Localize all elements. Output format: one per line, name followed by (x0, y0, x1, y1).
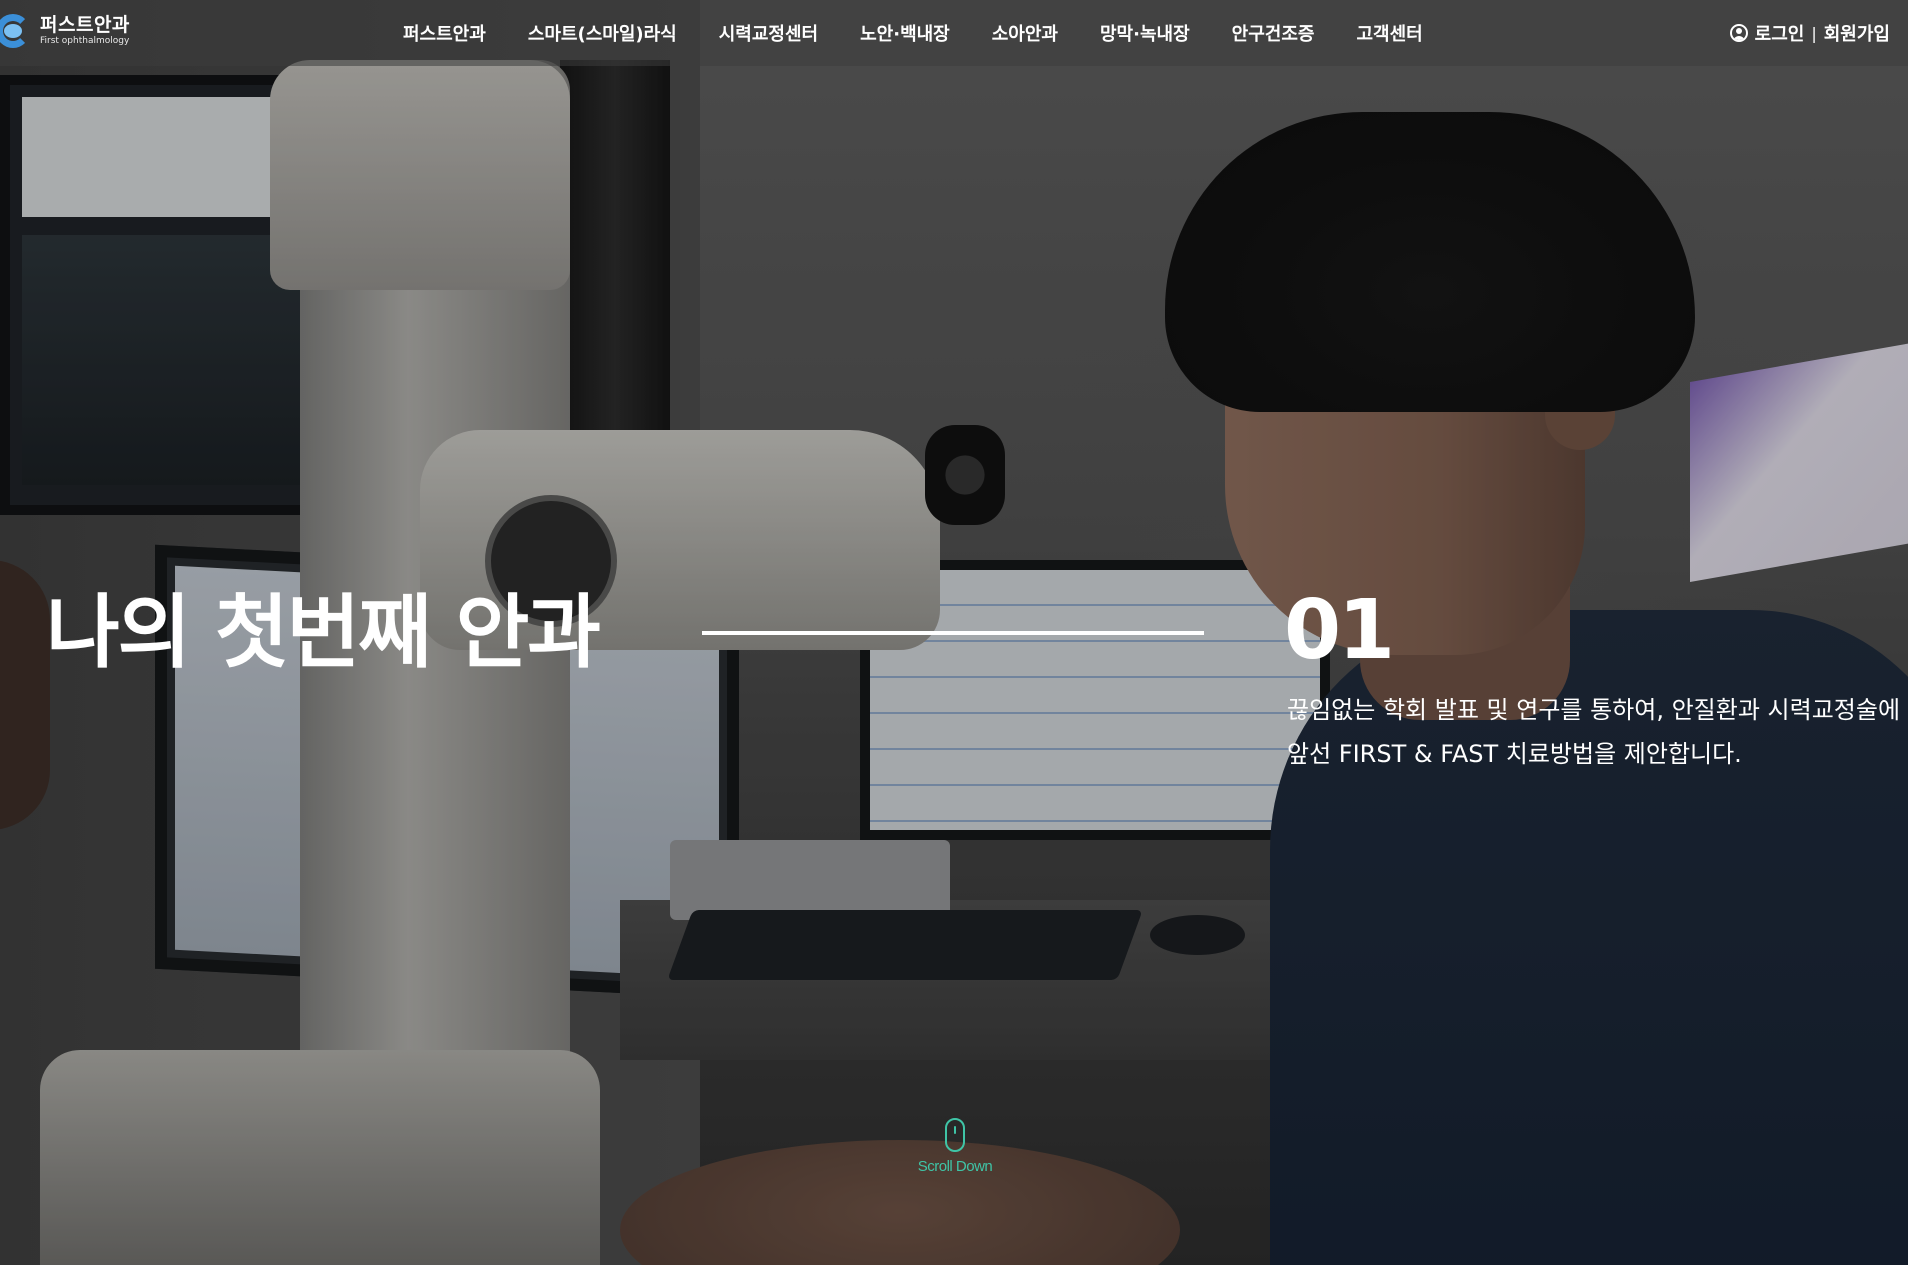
logo-name-en: First ophthalmology (40, 36, 130, 46)
nav-item-first-eye[interactable]: 퍼스트안과 (403, 20, 486, 46)
mouse-scroll-icon (945, 1118, 965, 1152)
hero-description-line-2: 앞선 FIRST & FAST 치료방법을 제안합니다. (1287, 740, 1742, 768)
site-logo[interactable]: 퍼스트안과 First ophthalmology (0, 10, 130, 52)
signup-link[interactable]: 회원가입 (1824, 20, 1890, 46)
logo-name-ko: 퍼스트안과 (40, 14, 130, 36)
hero-divider-line (702, 631, 1204, 635)
hero-description-line-1: 끊임없는 학회 발표 및 연구를 통하여, 안질환과 시력교정술에 (1287, 696, 1901, 724)
hero-title: 나의 첫번째 안과 (46, 586, 601, 679)
hero-description: 끊임없는 학회 발표 및 연구를 통하여, 안질환과 시력교정술에 앞선 FIR… (1287, 688, 1900, 776)
slide-number: 01 (1284, 583, 1395, 678)
nav-item-retina-glaucoma[interactable]: 망막·녹내장 (1100, 20, 1190, 46)
auth-links: 로그인 | 회원가입 (1729, 0, 1890, 66)
nav-item-pediatric[interactable]: 소아안과 (992, 20, 1058, 46)
logo-text: 퍼스트안과 First ophthalmology (40, 15, 130, 47)
nav-item-presbyopia-cataract[interactable]: 노안·백내장 (860, 20, 950, 46)
login-link[interactable]: 로그인 (1755, 20, 1805, 46)
nav-item-smart-lasik[interactable]: 스마트(스마일)라식 (528, 20, 677, 46)
nav-item-vision-correction[interactable]: 시력교정센터 (719, 20, 818, 46)
logo-icon (0, 10, 36, 52)
scroll-down-button[interactable]: Scroll Down (900, 1118, 1010, 1175)
auth-separator: | (1811, 23, 1817, 43)
nav-item-dry-eye[interactable]: 안구건조증 (1232, 20, 1315, 46)
main-nav: 퍼스트안과 스마트(스마일)라식 시력교정센터 노안·백내장 소아안과 망막·녹… (403, 0, 1465, 66)
nav-item-customer-center[interactable]: 고객센터 (1356, 20, 1422, 46)
scroll-down-label: Scroll Down (917, 1158, 993, 1175)
user-icon (1729, 24, 1748, 42)
site-header: 퍼스트안과 First ophthalmology 퍼스트안과 스마트(스마일)… (0, 0, 1908, 66)
